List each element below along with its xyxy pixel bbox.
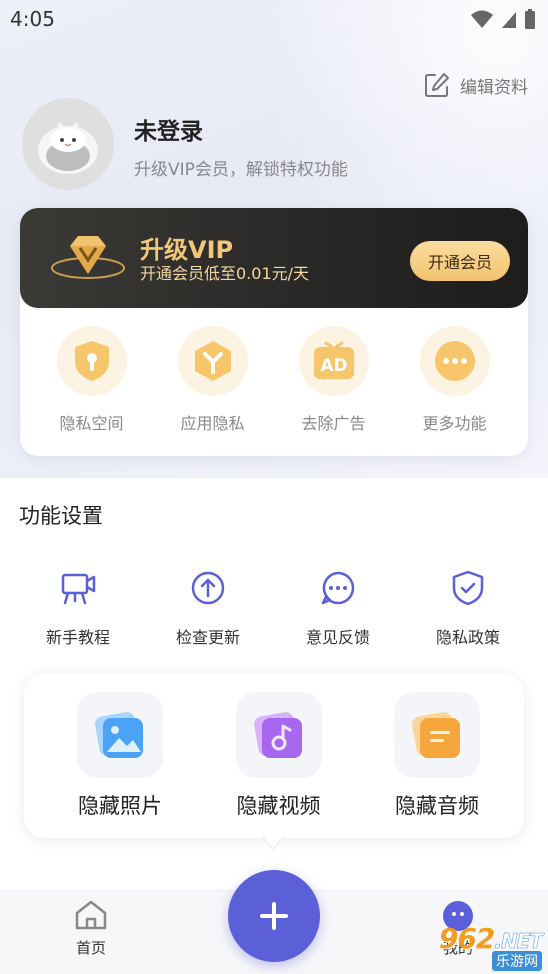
nav-home-label: 首页	[75, 939, 106, 957]
nav-home[interactable]: 首页	[60, 899, 122, 958]
settings-item-check-update[interactable]: 检查更新	[143, 568, 273, 648]
hide-photo-button[interactable]: 隐藏照片	[60, 674, 180, 838]
shield-lock-icon	[74, 341, 109, 381]
settings-row: 新手教程 检查更新 意见反馈 隐私政策	[13, 568, 535, 648]
wifi-icon	[471, 10, 493, 28]
settings-label: 新手教程	[45, 628, 110, 647]
watermark-sub: 乐游网	[492, 950, 542, 971]
feedback-icon	[321, 571, 355, 605]
settings-item-feedback[interactable]: 意见反馈	[273, 568, 403, 648]
more-icon	[434, 341, 475, 381]
feature-circle	[419, 326, 490, 396]
feature-label: 隐私空间	[59, 414, 124, 433]
watermark-main: 962.NET	[438, 921, 543, 955]
hide-icon-box	[77, 692, 163, 778]
watermark-logo: 962.NET 乐游网	[412, 918, 548, 974]
settings-label: 检查更新	[175, 628, 240, 647]
vip-features: 隐私空间 应用隐私 AD 去除广告 更多功能	[20, 326, 528, 434]
add-button[interactable]	[228, 870, 320, 962]
update-icon	[191, 571, 225, 605]
avatar[interactable]	[22, 98, 114, 190]
hide-label: 隐藏照片	[78, 794, 162, 818]
tutorial-icon	[61, 573, 96, 605]
settings-label: 意见反馈	[305, 628, 370, 647]
hide-audio-button[interactable]: 隐藏音频	[377, 674, 497, 838]
popup-pointer	[262, 836, 284, 850]
watermark-number: 962	[438, 921, 495, 955]
feature-circle: AD	[298, 326, 369, 396]
vip-feature-more[interactable]: 更多功能	[394, 326, 515, 434]
edit-icon	[425, 73, 449, 97]
settings-icon-wrap	[58, 568, 98, 608]
settings-icon-wrap	[448, 568, 488, 608]
settings-item-privacy-policy[interactable]: 隐私政策	[403, 568, 533, 648]
settings-panel: 功能设置 新手教程 检查更新 意见反馈 隐私政策 隐藏照片 隐藏视频 隐藏音频	[0, 478, 548, 890]
status-icons	[470, 8, 536, 30]
vip-feature-remove-ads[interactable]: AD 去除广告	[273, 326, 394, 434]
settings-label: 隐私政策	[435, 628, 500, 647]
feature-label: 应用隐私	[180, 414, 245, 433]
section-title: 功能设置	[19, 504, 103, 528]
vip-diamond-icon	[51, 236, 125, 279]
hide-label: 隐藏音频	[395, 794, 479, 818]
photo-icon	[95, 712, 143, 758]
feature-label: 去除广告	[301, 414, 366, 433]
feature-circle	[177, 326, 248, 396]
hide-label: 隐藏视频	[236, 794, 321, 818]
vip-feature-privacy-space[interactable]: 隐私空间	[31, 326, 152, 434]
plus-icon	[260, 902, 288, 930]
avatar-robot-icon	[22, 98, 114, 190]
app-privacy-icon	[194, 341, 231, 381]
open-membership-button[interactable]: 开通会员	[410, 241, 510, 281]
status-time: 4:05	[10, 7, 55, 31]
hide-video-button[interactable]: 隐藏视频	[219, 674, 339, 838]
settings-item-tutorial[interactable]: 新手教程	[13, 568, 143, 648]
vip-subtitle: 开通会员低至0.01元/天	[140, 264, 310, 283]
user-name[interactable]: 未登录	[134, 112, 203, 146]
hide-icon-box	[394, 692, 480, 778]
vip-feature-app-privacy[interactable]: 应用隐私	[152, 326, 273, 434]
vip-banner[interactable]: 升级VIP 开通会员低至0.01元/天 开通会员	[20, 208, 528, 308]
hide-menu-card: 隐藏照片 隐藏视频 隐藏音频	[24, 674, 524, 838]
edit-profile-button[interactable]: 编辑资料	[424, 72, 528, 98]
settings-icon-wrap	[318, 568, 358, 608]
audio-icon	[412, 712, 460, 758]
watermark-net: .NET	[494, 928, 543, 953]
hide-icon-box	[235, 692, 322, 778]
battery-icon	[525, 9, 535, 29]
privacy-policy-icon	[452, 570, 484, 606]
vip-card: 升级VIP 开通会员低至0.01元/天 开通会员 隐私空间 应用隐私 AD 去除…	[20, 208, 528, 456]
ad-icon: AD	[313, 341, 354, 379]
signal-icon	[502, 12, 516, 28]
user-subtitle: 升级VIP会员，解锁特权功能	[134, 160, 348, 180]
feature-label: 更多功能	[422, 414, 487, 433]
edit-profile-label: 编辑资料	[460, 77, 528, 98]
status-bar: 4:05	[0, 0, 548, 38]
settings-icon-wrap	[188, 568, 228, 608]
video-icon	[253, 712, 302, 758]
ad-icon-text: AD	[320, 356, 347, 376]
home-icon	[75, 900, 107, 930]
feature-circle	[56, 326, 127, 396]
